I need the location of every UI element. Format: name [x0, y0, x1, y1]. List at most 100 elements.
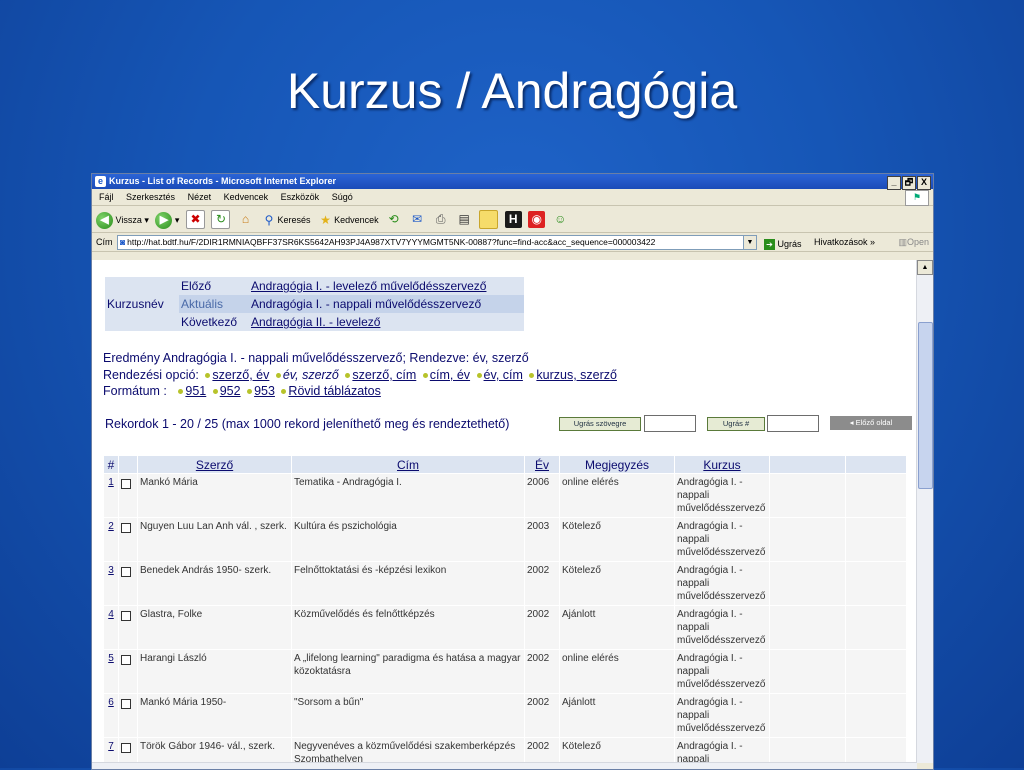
home-icon[interactable]: ⌂ — [237, 211, 254, 228]
format-short-table[interactable]: Rövid táblázatos — [288, 384, 380, 398]
nav-next-label: Következő — [179, 313, 249, 331]
row-author: Mankó Mária 1950- — [138, 694, 291, 737]
browser-window: e Kurzus - List of Records - Microsoft In… — [91, 173, 934, 770]
nav-current-label: Aktuális — [179, 295, 249, 313]
row-year: 2002 — [525, 562, 559, 605]
jump-text-input[interactable] — [644, 415, 696, 432]
row-number-link[interactable]: 4 — [104, 606, 118, 649]
menu-help[interactable]: Súgó — [332, 192, 353, 202]
row-checkbox[interactable] — [121, 567, 131, 577]
go-label: Ugrás — [777, 239, 802, 249]
row-note: Kötelező — [560, 562, 674, 605]
table-header-row: # Szerző Cím Év Megjegyzés Kurzus — [104, 456, 906, 473]
forward-button[interactable]: ▶ ▾ — [155, 207, 179, 233]
restore-button[interactable]: 🗗 — [902, 176, 916, 190]
mail-icon[interactable]: ✉ — [409, 211, 426, 228]
row-checkbox[interactable] — [121, 611, 131, 621]
search-button[interactable]: ⚲ Keresés — [261, 207, 311, 233]
format-953[interactable]: 953 — [254, 384, 275, 398]
links-chevron: » — [870, 237, 876, 247]
page-content: Kurzusnév Előző Andragógia I. - levelező… — [92, 260, 917, 769]
col-title-header[interactable]: Cím — [292, 456, 524, 473]
row-year: 2002 — [525, 650, 559, 693]
row-title: Felnőttoktatási és -képzési lexikon — [292, 562, 524, 605]
course-name-label: Kurzusnév — [105, 277, 179, 331]
row-course: Andragógia I. - nappali művelődésszervez… — [675, 606, 769, 649]
col-year-header[interactable]: Év — [525, 456, 559, 473]
menu-tools[interactable]: Eszközök — [281, 192, 320, 202]
jump-number-input[interactable] — [767, 415, 819, 432]
row-checkbox[interactable] — [121, 479, 131, 489]
stop-icon[interactable]: ✖ — [185, 210, 205, 230]
menu-edit[interactable]: Szerkesztés — [126, 192, 175, 202]
sort-author-year[interactable]: szerző, év — [212, 368, 269, 382]
search-icon: ⚲ — [264, 212, 274, 227]
row-year: 2006 — [525, 474, 559, 517]
open-button[interactable]: ▥Open — [898, 233, 929, 251]
jump-to-text-button[interactable]: Ugrás szövegre — [559, 417, 641, 431]
bullet-icon — [212, 388, 218, 394]
go-button[interactable]: ➔ Ugrás — [764, 235, 802, 253]
jump-to-number-button[interactable]: Ugrás # — [707, 417, 765, 431]
row-number-link[interactable]: 2 — [104, 518, 118, 561]
forward-arrow-icon: ▶ — [155, 211, 173, 229]
records-table: # Szerző Cím Év Megjegyzés Kurzus 1 Mank… — [103, 455, 907, 769]
row-checkbox[interactable] — [121, 655, 131, 665]
address-dropdown[interactable]: ▼ — [743, 235, 757, 250]
sort-title-year[interactable]: cím, év — [430, 368, 470, 382]
close-button[interactable]: X — [917, 176, 931, 190]
format-952[interactable]: 952 — [220, 384, 241, 398]
toolbar: ◀ Vissza ▾ ▶ ▾ ✖ ↻ ⌂ ⚲ Keresés ★ Kedvencek… — [92, 206, 933, 233]
row-number-link[interactable]: 6 — [104, 694, 118, 737]
table-row: 1 Mankó Mária Tematika - Andragógia I. 2… — [104, 474, 906, 517]
col-course-header[interactable]: Kurzus — [675, 456, 769, 473]
sort-course-author[interactable]: kurzus, szerző — [536, 368, 617, 382]
sort-author-title[interactable]: szerző, cím — [352, 368, 416, 382]
nav-next-link[interactable]: Andragógia II. - levelező — [251, 315, 380, 329]
h-icon[interactable]: H — [504, 211, 522, 229]
star-icon: ★ — [320, 212, 331, 227]
row-checkbox[interactable] — [121, 699, 131, 709]
vertical-scrollbar[interactable]: ▲ — [916, 260, 933, 763]
page-icon: ◙ — [120, 237, 126, 247]
note-icon[interactable] — [479, 210, 499, 230]
format-951[interactable]: 951 — [185, 384, 206, 398]
row-note: online elérés — [560, 650, 674, 693]
row-checkbox[interactable] — [121, 523, 131, 533]
users-icon[interactable]: ☺ — [552, 211, 569, 228]
refresh-icon[interactable]: ↻ — [211, 210, 231, 230]
row-note: Kötelező — [560, 518, 674, 561]
scroll-thumb[interactable] — [918, 322, 933, 489]
sort-year-title[interactable]: év, cím — [484, 368, 523, 382]
nav-prev-link[interactable]: Andragógia I. - levelező művelődésszerve… — [251, 279, 486, 293]
print-icon[interactable]: ⎙ — [432, 211, 449, 228]
prev-page-label: Előző oldal — [855, 418, 893, 427]
address-input[interactable]: ◙ http://hat.bdtf.hu/F/2DIR1RMNIAQBFF37SR… — [117, 235, 751, 250]
row-title: Tematika - Andragógia I. — [292, 474, 524, 517]
history-icon[interactable]: ⟲ — [385, 211, 402, 228]
edit-icon[interactable]: ▤ — [456, 211, 473, 228]
row-title: "Sorsom a bűn" — [292, 694, 524, 737]
links-label: Hivatkozások — [814, 237, 868, 247]
minimize-button[interactable]: _ — [887, 176, 901, 190]
row-number-link[interactable]: 5 — [104, 650, 118, 693]
messenger-icon[interactable]: ◉ — [528, 211, 546, 229]
row-course: Andragógia I. - nappali művelődésszervez… — [675, 562, 769, 605]
menu-favorites[interactable]: Kedvencek — [224, 192, 269, 202]
menu-file[interactable]: Fájl — [99, 192, 114, 202]
back-button[interactable]: ◀ Vissza ▾ — [96, 207, 149, 233]
links-button[interactable]: Hivatkozások » — [814, 233, 875, 251]
favorites-button[interactable]: ★ Kedvencek — [317, 207, 378, 233]
row-author: Mankó Mária — [138, 474, 291, 517]
bullet-icon — [275, 372, 281, 378]
col-author-header[interactable]: Szerző — [138, 456, 291, 473]
row-number-link[interactable]: 3 — [104, 562, 118, 605]
window-title: Kurzus - List of Records - Microsoft Int… — [109, 176, 337, 186]
row-year: 2002 — [525, 694, 559, 737]
row-checkbox[interactable] — [121, 743, 131, 753]
menu-view[interactable]: Nézet — [188, 192, 212, 202]
row-number-link[interactable]: 1 — [104, 474, 118, 517]
previous-page-button[interactable]: ◂ Előző oldal — [830, 416, 912, 430]
scroll-up-icon[interactable]: ▲ — [917, 260, 933, 275]
row-note: online elérés — [560, 474, 674, 517]
